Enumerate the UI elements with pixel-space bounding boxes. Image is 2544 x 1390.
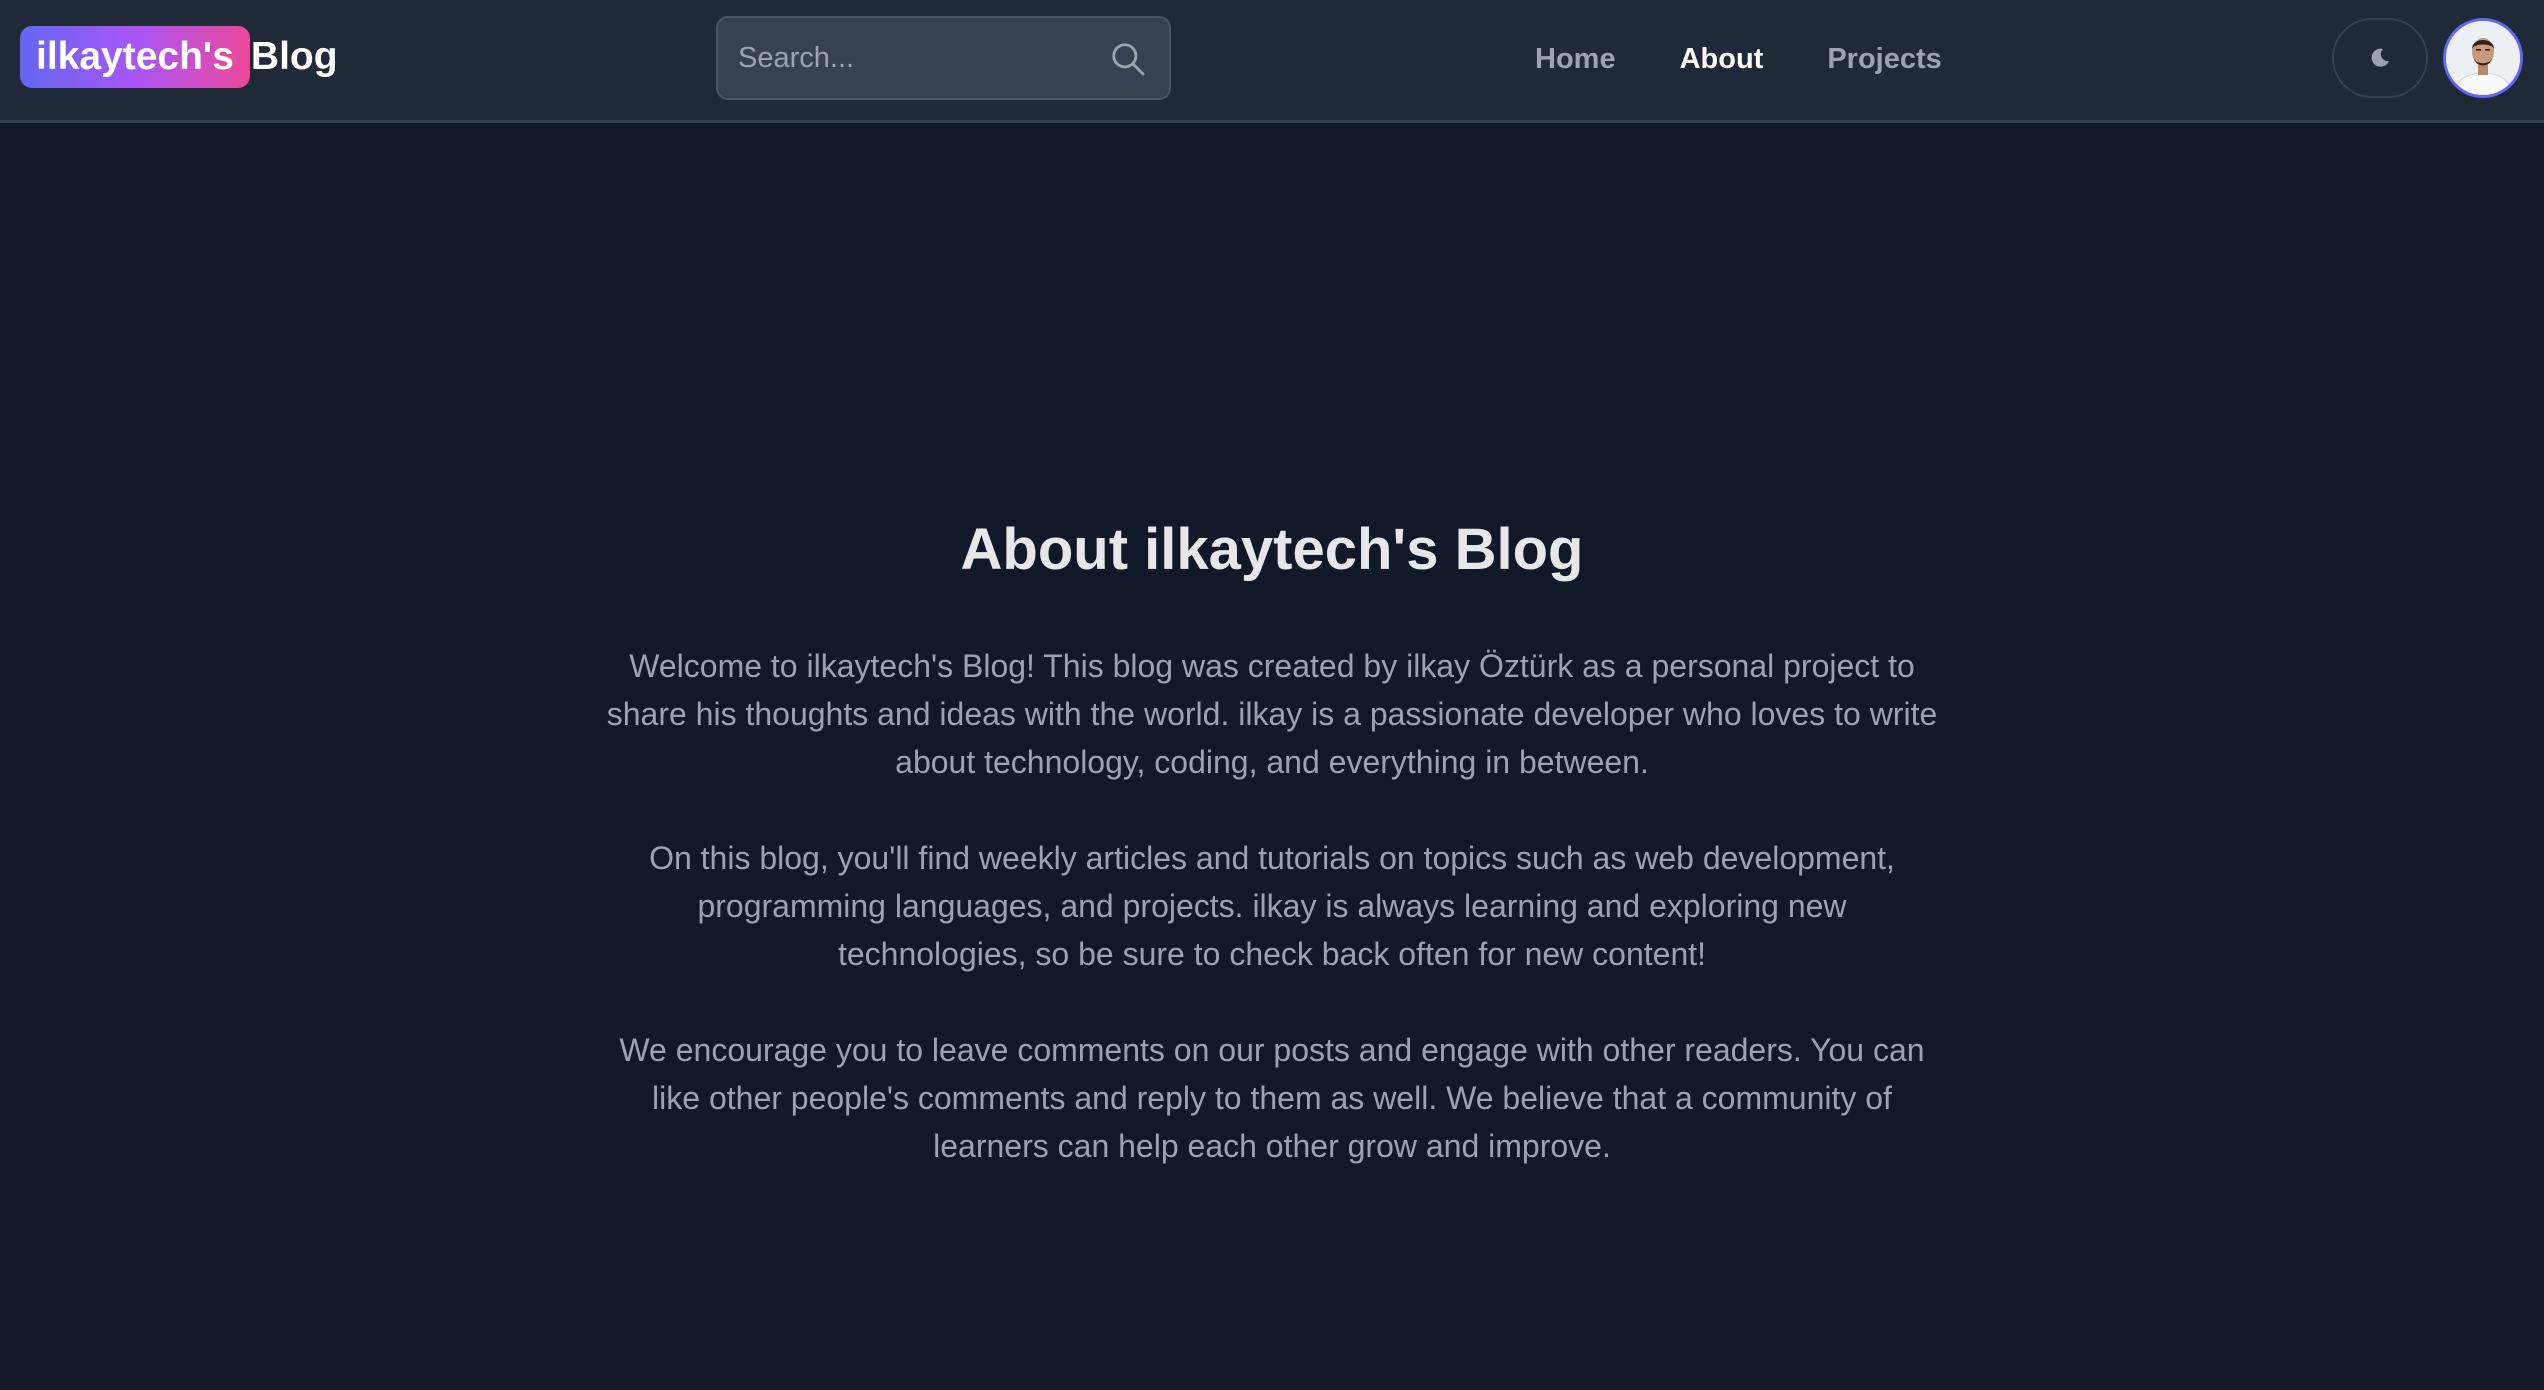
moon-icon [2371,48,2389,67]
brand-text: Blog [250,35,338,78]
search-box [716,16,1171,100]
avatar-image [2446,21,2520,95]
main-nav: Home About Projects [1535,0,2006,118]
nav-link-projects[interactable]: Projects [1827,43,1941,76]
about-paragraph-community: We encourage you to leave comments on ou… [619,1032,1925,1164]
about-paragraph-content: On this blog, you'll find weekly article… [649,840,1895,972]
site-logo-link[interactable]: ilkaytech's Blog [20,26,338,88]
page-title: About ilkaytech's Blog [960,517,1584,582]
nav-link-about[interactable]: About [1680,43,1764,76]
nav-link-home[interactable]: Home [1535,43,1616,76]
search-icon[interactable] [1109,40,1147,78]
search-input[interactable] [718,18,1169,98]
about-section: About ilkaytech's Blog Welcome to ilkayt… [600,510,1944,1218]
user-avatar[interactable] [2443,18,2523,98]
top-navbar: ilkaytech's Blog Home About Projects [0,0,2544,123]
brand-highlight: ilkaytech's [20,26,250,88]
about-paragraph-welcome: Welcome to ilkaytech's Blog! This blog w… [606,648,1938,780]
theme-toggle-button[interactable] [2332,18,2428,98]
